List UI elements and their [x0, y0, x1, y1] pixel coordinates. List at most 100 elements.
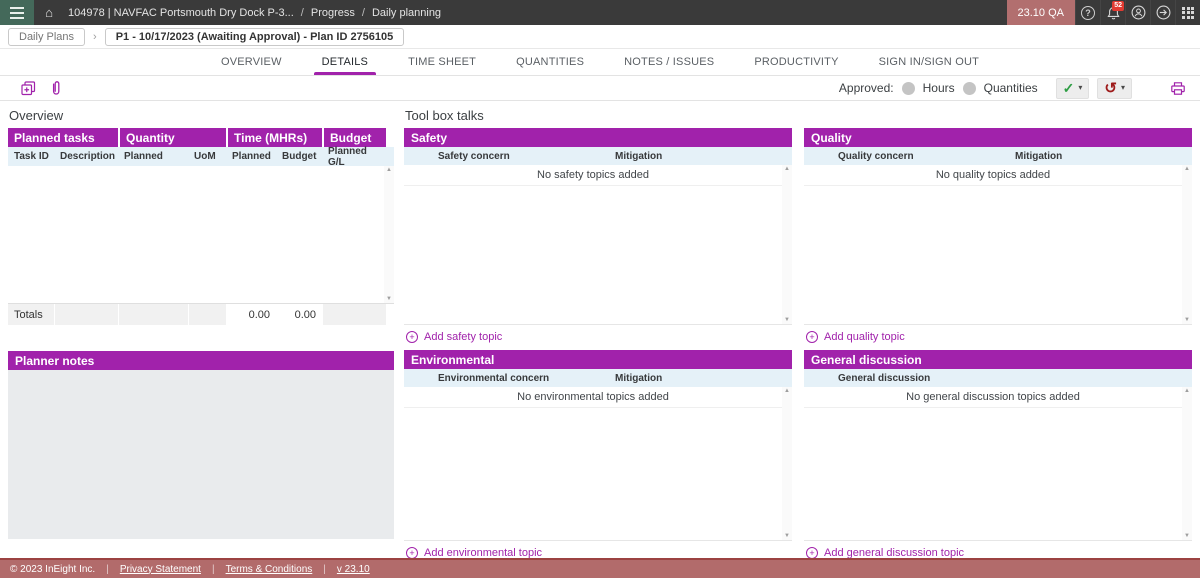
- environmental-panel-body: No environmental topics added ▲ ▼: [404, 387, 792, 541]
- notifications-button[interactable]: 52: [1100, 0, 1125, 25]
- help-icon: ?: [1081, 6, 1095, 20]
- environmental-column-headers: Environmental concern Mitigation: [404, 369, 792, 387]
- hamburger-menu-icon[interactable]: [0, 0, 34, 25]
- print-button[interactable]: [1170, 81, 1186, 96]
- col-mitigation: Mitigation: [1015, 147, 1192, 165]
- panel-scrollbar[interactable]: ▲ ▼: [782, 165, 792, 324]
- col-safety-concern: Safety concern: [438, 147, 615, 165]
- apps-grid-button[interactable]: [1175, 0, 1200, 25]
- add-general-discussion-topic-label: Add general discussion topic: [824, 547, 964, 558]
- person-icon: [1131, 5, 1146, 20]
- quantities-label: Quantities: [984, 81, 1038, 95]
- tab-sign-in-out[interactable]: SIGN IN/SIGN OUT: [877, 49, 981, 75]
- hours-approved-indicator[interactable]: [902, 82, 915, 95]
- scroll-down-icon[interactable]: ▼: [784, 317, 790, 323]
- safety-empty-message: No safety topics added: [404, 165, 782, 186]
- planner-notes-section: Planner notes: [8, 351, 394, 539]
- add-general-discussion-topic-link[interactable]: + Add general discussion topic: [806, 547, 964, 558]
- home-icon[interactable]: ⌂: [34, 0, 64, 25]
- totals-time-budget: 0.00: [276, 304, 322, 325]
- scroll-up-icon[interactable]: ▲: [1184, 166, 1190, 172]
- daily-plans-back-button[interactable]: Daily Plans: [8, 28, 85, 46]
- sign-out-button[interactable]: [1150, 0, 1175, 25]
- main-content: Overview Planned tasks Quantity Time (MH…: [0, 101, 1200, 558]
- general-discussion-empty-message: No general discussion topics added: [804, 387, 1182, 408]
- tab-quantities[interactable]: QUANTITIES: [514, 49, 586, 75]
- scroll-down-icon[interactable]: ▼: [784, 533, 790, 539]
- tab-time-sheet[interactable]: TIME SHEET: [406, 49, 478, 75]
- scroll-up-icon[interactable]: ▲: [784, 166, 790, 172]
- plus-circle-icon: +: [406, 331, 418, 343]
- planned-tasks-table: Planned tasks Quantity Time (MHRs) Budge…: [8, 128, 394, 325]
- notification-count-badge: 52: [1112, 1, 1124, 11]
- planned-tasks-body: ▲ ▼: [8, 166, 394, 304]
- version-link[interactable]: v 23.10: [337, 564, 370, 575]
- col-mitigation: Mitigation: [615, 369, 792, 387]
- col-planned-gl: Planned G/L: [322, 147, 386, 166]
- add-safety-topic-link[interactable]: + Add safety topic: [406, 331, 502, 343]
- attachments-button[interactable]: [42, 80, 70, 97]
- safety-column-headers: Safety concern Mitigation: [404, 147, 792, 165]
- planner-notes-input[interactable]: [8, 370, 394, 539]
- breadcrumb-project[interactable]: 104978 | NAVFAC Portsmouth Dry Dock P-3.…: [68, 7, 294, 19]
- general-discussion-panel-header: General discussion: [804, 350, 1192, 369]
- panel-scrollbar[interactable]: ▲ ▼: [1182, 387, 1192, 540]
- tab-overview[interactable]: OVERVIEW: [219, 49, 284, 75]
- environmental-panel-header: Environmental: [404, 350, 792, 369]
- col-description: Description: [54, 147, 118, 166]
- help-button[interactable]: ?: [1075, 0, 1100, 25]
- top-bar: ⌂ 104978 | NAVFAC Portsmouth Dry Dock P-…: [0, 0, 1200, 25]
- add-environmental-topic-link[interactable]: + Add environmental topic: [406, 547, 542, 558]
- scroll-down-icon[interactable]: ▼: [1184, 317, 1190, 323]
- paperclip-icon: [49, 80, 63, 97]
- col-time-budget: Budget: [276, 147, 322, 166]
- unapprove-button[interactable]: ↺ ▾: [1097, 78, 1132, 99]
- add-safety-topic-label: Add safety topic: [424, 331, 502, 343]
- breadcrumb: 104978 | NAVFAC Portsmouth Dry Dock P-3.…: [68, 0, 441, 25]
- copy-plan-button[interactable]: [14, 80, 42, 97]
- tab-notes-issues[interactable]: NOTES / ISSUES: [622, 49, 716, 75]
- approved-label: Approved:: [839, 81, 894, 95]
- scroll-up-icon[interactable]: ▲: [386, 167, 392, 173]
- undo-icon: ↺: [1104, 81, 1117, 96]
- account-button[interactable]: [1125, 0, 1150, 25]
- col-quality-concern: Quality concern: [838, 147, 1015, 165]
- scroll-up-icon[interactable]: ▲: [1184, 388, 1190, 394]
- panel-scrollbar[interactable]: ▲ ▼: [1182, 165, 1192, 324]
- planner-notes-header: Planner notes: [8, 351, 394, 370]
- col-task-id: Task ID: [8, 147, 54, 166]
- group-planned-tasks: Planned tasks: [8, 128, 118, 147]
- tab-productivity[interactable]: PRODUCTIVITY: [752, 49, 840, 75]
- panel-scrollbar[interactable]: ▲ ▼: [782, 387, 792, 540]
- breadcrumb-section[interactable]: Progress: [311, 7, 355, 19]
- scroll-down-icon[interactable]: ▼: [386, 296, 392, 302]
- check-icon: ✓: [1063, 81, 1075, 95]
- quality-panel-header: Quality: [804, 128, 1192, 147]
- add-environmental-topic-label: Add environmental topic: [424, 547, 542, 558]
- quality-empty-message: No quality topics added: [804, 165, 1182, 186]
- hours-label: Hours: [923, 81, 955, 95]
- copy-plus-icon: [20, 80, 37, 97]
- tabs-row: OVERVIEW DETAILS TIME SHEET QUANTITIES N…: [0, 49, 1200, 76]
- app-root: ⌂ 104978 | NAVFAC Portsmouth Dry Dock P-…: [0, 0, 1200, 578]
- quality-panel-body: No quality topics added ▲ ▼: [804, 165, 1192, 325]
- table-scrollbar[interactable]: ▲ ▼: [384, 166, 394, 303]
- footer: © 2023 InEight Inc. | Privacy Statement …: [0, 558, 1200, 578]
- approve-button[interactable]: ✓ ▾: [1056, 78, 1090, 99]
- add-quality-topic-link[interactable]: + Add quality topic: [806, 331, 905, 343]
- tab-details[interactable]: DETAILS: [320, 49, 370, 75]
- add-quality-topic-label: Add quality topic: [824, 331, 905, 343]
- scroll-down-icon[interactable]: ▼: [1184, 533, 1190, 539]
- privacy-statement-link[interactable]: Privacy Statement: [120, 564, 201, 575]
- plan-title-chip[interactable]: P1 - 10/17/2023 (Awaiting Approval) - Pl…: [105, 28, 405, 46]
- quantities-approved-indicator[interactable]: [963, 82, 976, 95]
- scroll-up-icon[interactable]: ▲: [784, 388, 790, 394]
- terms-conditions-link[interactable]: Terms & Conditions: [226, 564, 313, 575]
- quality-panel: Quality Quality concern Mitigation No qu…: [804, 128, 1192, 350]
- version-badge[interactable]: 23.10 QA: [1007, 0, 1075, 25]
- plan-bar: Daily Plans › P1 - 10/17/2023 (Awaiting …: [0, 25, 1200, 49]
- totals-time-planned: 0.00: [226, 304, 276, 325]
- table-group-headers: Planned tasks Quantity Time (MHRs) Budge…: [8, 128, 394, 147]
- plus-circle-icon: +: [806, 547, 818, 558]
- plus-circle-icon: +: [406, 547, 418, 558]
